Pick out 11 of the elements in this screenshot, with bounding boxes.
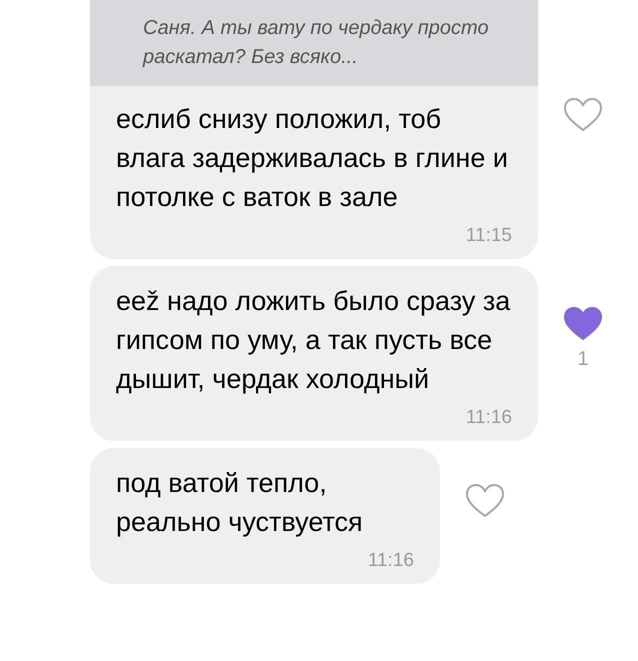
message-text: под ватой тепло, реально чуствуется	[116, 467, 364, 539]
message-text: еež надо ложить было сразу за гипсом по уму, а так пусть все дышит, чердак холодный	[116, 285, 512, 396]
heart-icon[interactable]	[465, 483, 505, 519]
message-time: 11:15	[464, 225, 512, 247]
message-text: еслиб снизу положил, тоб влага задерживалась в глине и потолке с ваток в зале	[116, 103, 509, 214]
heart-icon[interactable]	[563, 306, 603, 342]
message-time: 11:16	[464, 407, 512, 429]
quoted-message: Саня. А ты вату по чердаку просто раскатал? Без всяко...	[90, 0, 538, 86]
message-time: 11:16	[366, 550, 414, 572]
like-count: 1	[577, 348, 589, 371]
heart-icon[interactable]	[563, 96, 603, 132]
